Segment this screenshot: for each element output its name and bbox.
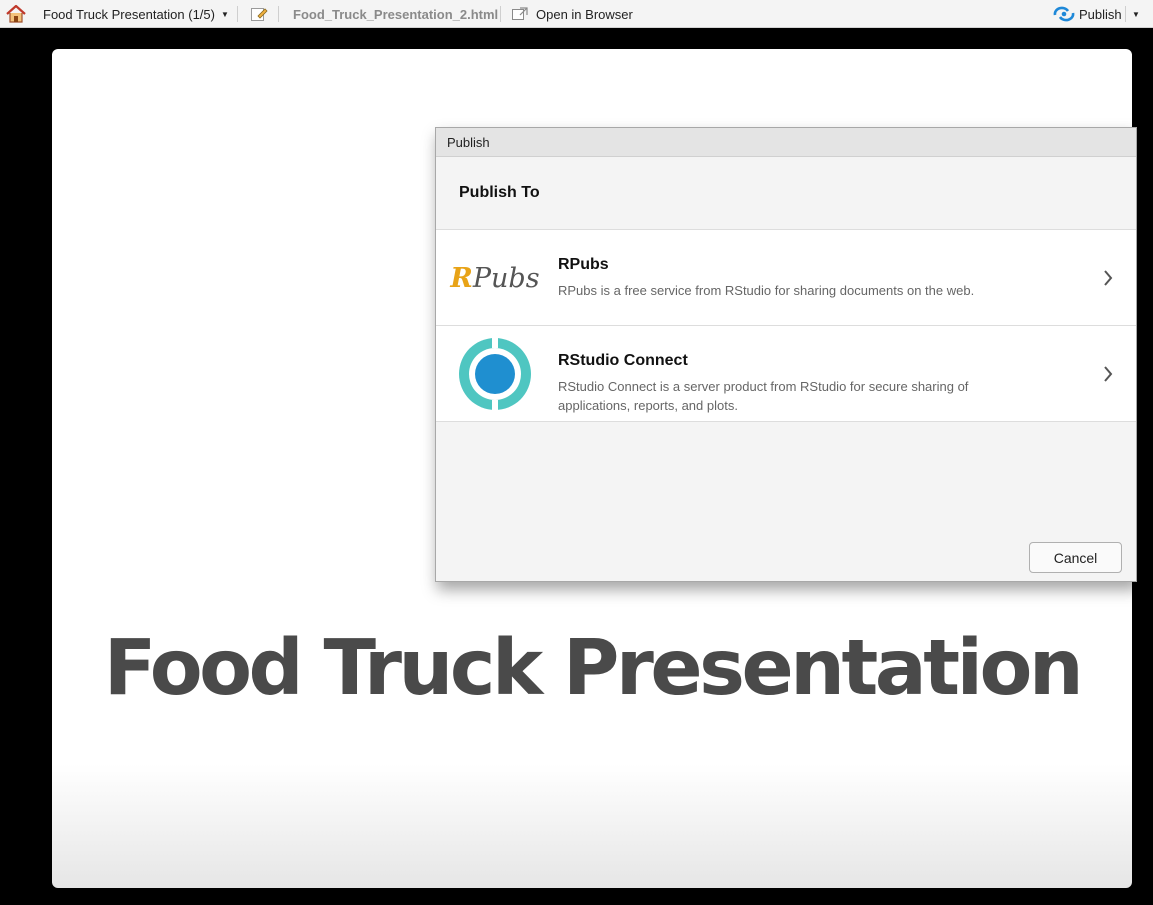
caret-down-icon: ▼ [220,9,229,19]
chevron-right-icon [1102,364,1114,389]
rpubs-logo-text: Pubs [472,262,540,294]
presentation-title-dropdown[interactable]: Food Truck Presentation (1/5) ▼ [43,0,229,28]
dialog-title-bar[interactable]: Publish [436,128,1136,157]
viewer-toolbar: Food Truck Presentation (1/5) ▼ Food_Tru… [0,0,1153,28]
rpubs-logo-r: R [450,262,473,294]
cancel-button[interactable]: Cancel [1029,542,1122,573]
dialog-header: Publish To [436,157,1136,230]
publish-label: Publish [1079,6,1122,22]
toolbar-separator [237,6,238,22]
presentation-title: Food Truck Presentation (1/5) [43,6,215,22]
publish-option-rstudio-connect[interactable]: RStudio Connect RStudio Connect is a ser… [436,326,1136,422]
toolbar-separator [278,6,279,22]
option-description: RStudio Connect is a server product from… [558,379,969,413]
option-title: RPubs [558,256,609,273]
toolbar-separator [500,6,501,22]
browser-icon [512,7,528,20]
rpubs-logo: R Pubs [450,239,539,317]
rstudio-connect-logo [456,335,534,413]
publish-icon [1053,6,1075,22]
open-in-browser-label: Open in Browser [536,6,633,22]
option-description: RPubs is a free service from RStudio for… [558,283,975,298]
file-name: Food_Truck_Presentation_2.html [293,6,499,22]
publish-dialog: Publish Publish To R Pubs RPubs RPubs is … [435,127,1137,582]
publish-button[interactable]: Publish [1053,0,1122,28]
option-title: RStudio Connect [558,352,688,369]
publish-dropdown-caret-icon[interactable]: ▼ [1132,0,1140,28]
slide-title: Food Truck Presentation [103,624,1084,713]
publish-option-rpubs[interactable]: R Pubs RPubs RPubs is a free service from… [436,230,1136,326]
edit-icon[interactable] [250,0,268,28]
home-icon[interactable] [5,0,27,28]
chevron-right-icon [1102,268,1114,293]
toolbar-separator [1125,6,1126,22]
open-in-browser-button[interactable]: Open in Browser [511,0,633,28]
